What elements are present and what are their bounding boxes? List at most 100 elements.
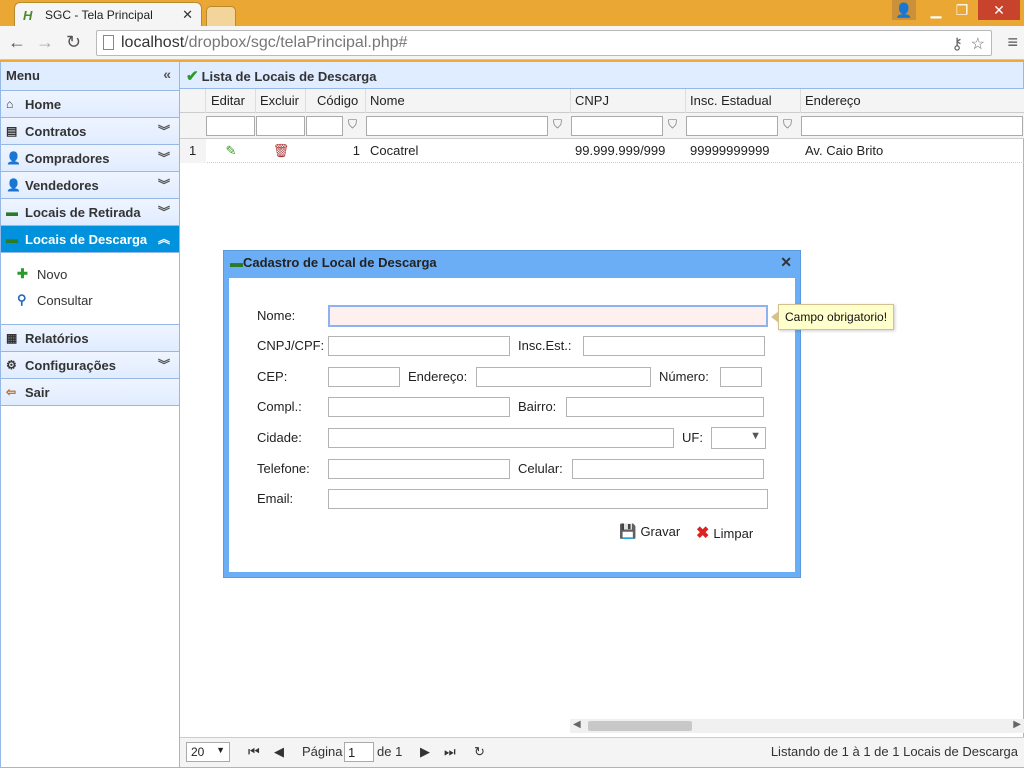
- horizontal-scrollbar[interactable]: ◀ ▶: [570, 719, 1024, 733]
- new-tab-button[interactable]: [206, 6, 236, 26]
- dialog-title: Cadastro de Local de Descarga: [243, 255, 437, 270]
- sidebar-item-locais-retirada[interactable]: ▬ Locais de Retirada ︾: [1, 199, 179, 226]
- filter-row: ⛉ ⛉ ⛉ ⛉: [180, 113, 1024, 139]
- column-header-cnpj[interactable]: CNPJ: [571, 89, 686, 113]
- gravar-button[interactable]: 💾 Gravar: [619, 523, 680, 540]
- back-icon[interactable]: ←: [8, 32, 26, 53]
- column-header-excluir[interactable]: Excluir: [256, 89, 306, 113]
- sidebar-item-label: Contratos: [25, 123, 87, 139]
- column-header-codigo[interactable]: Código: [306, 89, 366, 113]
- report-icon: ▦: [6, 331, 18, 345]
- label-uf: UF:: [682, 430, 703, 445]
- address-bar[interactable]: localhost/dropbox/sgc/telaPrincipal.php#…: [96, 30, 992, 56]
- column-header-endereco[interactable]: Endereço: [801, 89, 1024, 113]
- celular-input[interactable]: [572, 459, 764, 479]
- label-cidade: Cidade:: [257, 430, 302, 445]
- first-page-icon[interactable]: ⏮: [248, 744, 260, 760]
- row-number: 1: [180, 139, 206, 163]
- close-icon[interactable]: ✕: [780, 254, 792, 271]
- user-icon[interactable]: 👤: [892, 0, 916, 20]
- page-number-input[interactable]: 1: [344, 742, 374, 762]
- uf-select[interactable]: ▼: [711, 427, 766, 449]
- nome-input[interactable]: [328, 305, 768, 327]
- cell-cnpj: 99.999.999/999: [575, 143, 666, 158]
- filter-icon[interactable]: ⛉: [783, 117, 792, 132]
- delete-icon[interactable]: 🗑: [256, 139, 306, 163]
- refresh-icon[interactable]: ↻: [474, 744, 485, 760]
- gear-icon: ⚙: [6, 358, 17, 372]
- filter-insc-input[interactable]: [686, 116, 778, 136]
- forward-icon[interactable]: →: [36, 32, 54, 53]
- filter-codigo-input[interactable]: [306, 116, 343, 136]
- sidebar-item-relatorios[interactable]: ▦ Relatórios: [1, 325, 179, 352]
- star-icon[interactable]: ☆: [971, 33, 985, 57]
- browser-menu-icon[interactable]: ≡: [1007, 32, 1018, 53]
- label-nome: Nome:: [257, 308, 296, 323]
- endereco-input[interactable]: [476, 367, 651, 387]
- chevron-down-icon: ▼: [750, 430, 761, 442]
- filter-endereco-input[interactable]: [801, 116, 1023, 136]
- sidebar-item-vendedores[interactable]: 👤 Vendedores ︾: [1, 172, 179, 199]
- label-cep: CEP:: [257, 369, 288, 384]
- filter-icon[interactable]: ⛉: [348, 117, 357, 132]
- sidebar-item-sair[interactable]: ⇦ Sair: [1, 379, 179, 406]
- cidade-input[interactable]: [328, 428, 674, 448]
- minimize-icon[interactable]: ▁: [924, 0, 948, 20]
- sidebar-item-locais-descarga[interactable]: ▬ Locais de Descarga ︽: [1, 226, 179, 253]
- submenu-item-consultar[interactable]: ⚲ Consultar: [17, 287, 179, 313]
- browser-toolbar: ← → ↻ localhost/dropbox/sgc/telaPrincipa…: [0, 26, 1024, 60]
- compl-input[interactable]: [328, 397, 510, 417]
- filter-excluir-input[interactable]: [256, 116, 305, 136]
- edit-icon[interactable]: ✎: [206, 139, 256, 163]
- limpar-button[interactable]: ✖ Limpar: [696, 523, 753, 543]
- filter-cnpj-input[interactable]: [571, 116, 663, 136]
- sidebar-item-home[interactable]: ⌂ Home: [1, 91, 179, 118]
- cnpj-input[interactable]: [328, 336, 510, 356]
- column-header-nome[interactable]: Nome: [366, 89, 571, 113]
- scroll-left-icon[interactable]: ◀: [573, 719, 581, 730]
- pager-status: Listando de 1 à 1 de 1 Locais de Descarg…: [770, 744, 1018, 759]
- column-header-insc[interactable]: Insc. Estadual: [686, 89, 801, 113]
- telefone-input[interactable]: [328, 459, 510, 479]
- filter-icon[interactable]: ⛉: [553, 117, 562, 132]
- sidebar-item-compradores[interactable]: 👤 Compradores ︾: [1, 145, 179, 172]
- cep-input[interactable]: [328, 367, 400, 387]
- scroll-right-icon[interactable]: ▶: [1013, 719, 1021, 730]
- sidebar-item-label: Locais de Descarga: [25, 231, 148, 247]
- favicon-icon: H: [23, 7, 33, 23]
- bairro-input[interactable]: [566, 397, 764, 417]
- sidebar-item-configuracoes[interactable]: ⚙ Configurações ︾: [1, 352, 179, 379]
- filter-editar-input[interactable]: [206, 116, 255, 136]
- required-tooltip: Campo obrigatorio!: [770, 304, 895, 330]
- collapse-icon[interactable]: «: [163, 66, 171, 82]
- window-close-icon[interactable]: ✕: [978, 0, 1020, 20]
- next-page-icon[interactable]: ▶: [420, 744, 430, 760]
- numero-input[interactable]: [720, 367, 762, 387]
- limpar-label: Limpar: [713, 525, 754, 541]
- truck-icon: ▬: [6, 205, 18, 219]
- page-size-select[interactable]: 20 ▼: [186, 742, 230, 762]
- browser-tab[interactable]: H SGC - Tela Principal ✕: [14, 2, 202, 26]
- reload-icon[interactable]: ↻: [66, 32, 81, 53]
- label-telefone: Telefone:: [257, 461, 310, 476]
- last-page-icon[interactable]: ⏭: [444, 744, 456, 760]
- prev-page-icon[interactable]: ◀: [274, 744, 284, 760]
- key-icon[interactable]: ⚷: [951, 33, 963, 57]
- sidebar-item-label: Configurações: [25, 357, 117, 373]
- restore-icon[interactable]: ❐: [950, 0, 974, 20]
- sidebar-item-contratos[interactable]: ▤ Contratos ︾: [1, 118, 179, 145]
- tab-close-icon[interactable]: ✕: [182, 7, 193, 23]
- submenu-item-novo[interactable]: ✚ Novo: [17, 261, 179, 287]
- save-icon: 💾: [619, 523, 637, 539]
- url-host: localhost: [121, 34, 185, 51]
- filter-nome-input[interactable]: [366, 116, 548, 136]
- filter-icon[interactable]: ⛉: [668, 117, 677, 132]
- insc-input[interactable]: [583, 336, 765, 356]
- search-icon: ⚲: [17, 292, 27, 307]
- email-input[interactable]: [328, 489, 768, 509]
- table-row[interactable]: 1 ✎ 🗑 1 Cocatrel 99.999.999/999 99999999…: [180, 139, 1024, 163]
- home-icon: ⌂: [6, 97, 14, 111]
- chevron-down-icon: ︾: [157, 205, 170, 219]
- scrollbar-thumb[interactable]: [588, 721, 692, 731]
- column-header-editar[interactable]: Editar: [206, 89, 256, 113]
